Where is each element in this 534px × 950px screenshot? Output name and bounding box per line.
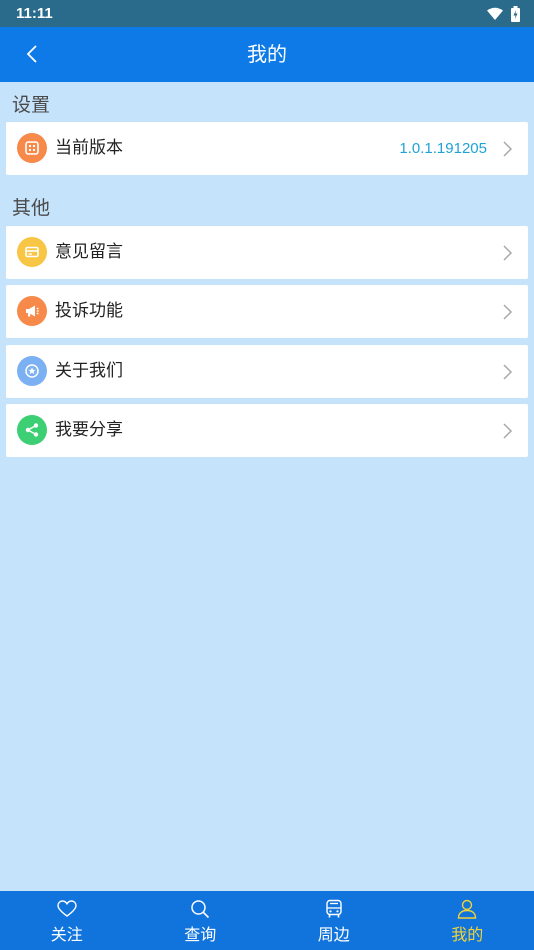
nav-label: 关注 <box>50 925 83 944</box>
status-bar: 11:11 <box>0 0 534 27</box>
megaphone-icon <box>17 296 47 326</box>
section-title-settings: 设置 <box>12 94 51 116</box>
star-badge-icon <box>17 356 47 386</box>
row-label: 意见留言 <box>55 242 123 262</box>
person-icon <box>456 899 478 919</box>
app-header: 我的 <box>0 27 534 82</box>
nav-label: 查询 <box>184 925 217 944</box>
chevron-right-icon <box>503 364 513 380</box>
nav-label: 我的 <box>451 925 484 944</box>
bus-icon <box>323 899 345 919</box>
row-label: 当前版本 <box>55 138 123 158</box>
row-label: 我要分享 <box>55 420 123 440</box>
row-label: 投诉功能 <box>55 301 123 321</box>
share-icon <box>17 415 47 445</box>
row-feedback[interactable]: 意见留言 <box>6 226 528 279</box>
card-icon <box>17 237 47 267</box>
chevron-right-icon <box>503 304 513 320</box>
wifi-icon <box>487 7 503 20</box>
nav-label: 周边 <box>317 925 350 944</box>
row-current-version[interactable]: 当前版本 1.0.1.191205 <box>6 122 528 175</box>
status-time: 11:11 <box>16 5 53 22</box>
row-about-us[interactable]: 关于我们 <box>6 345 528 398</box>
battery-icon <box>511 5 520 22</box>
chevron-right-icon <box>503 245 513 261</box>
chevron-right-icon <box>503 423 513 439</box>
status-icons <box>487 5 520 22</box>
bottom-nav: 关注 查询 周边 我的 <box>0 891 534 950</box>
heart-icon <box>56 899 78 919</box>
nav-item-mine[interactable]: 我的 <box>401 891 534 950</box>
row-complaint[interactable]: 投诉功能 <box>6 285 528 338</box>
app-grid-icon <box>17 133 47 163</box>
row-share[interactable]: 我要分享 <box>6 404 528 457</box>
nav-item-follow[interactable]: 关注 <box>0 891 134 950</box>
row-label: 关于我们 <box>55 361 123 381</box>
chevron-right-icon <box>503 141 513 157</box>
version-value: 1.0.1.191205 <box>399 140 487 157</box>
search-icon <box>189 899 211 919</box>
nav-item-nearby[interactable]: 周边 <box>267 891 401 950</box>
section-title-other: 其他 <box>12 197 51 219</box>
nav-item-search[interactable]: 查询 <box>134 891 268 950</box>
page-title: 我的 <box>247 42 287 66</box>
